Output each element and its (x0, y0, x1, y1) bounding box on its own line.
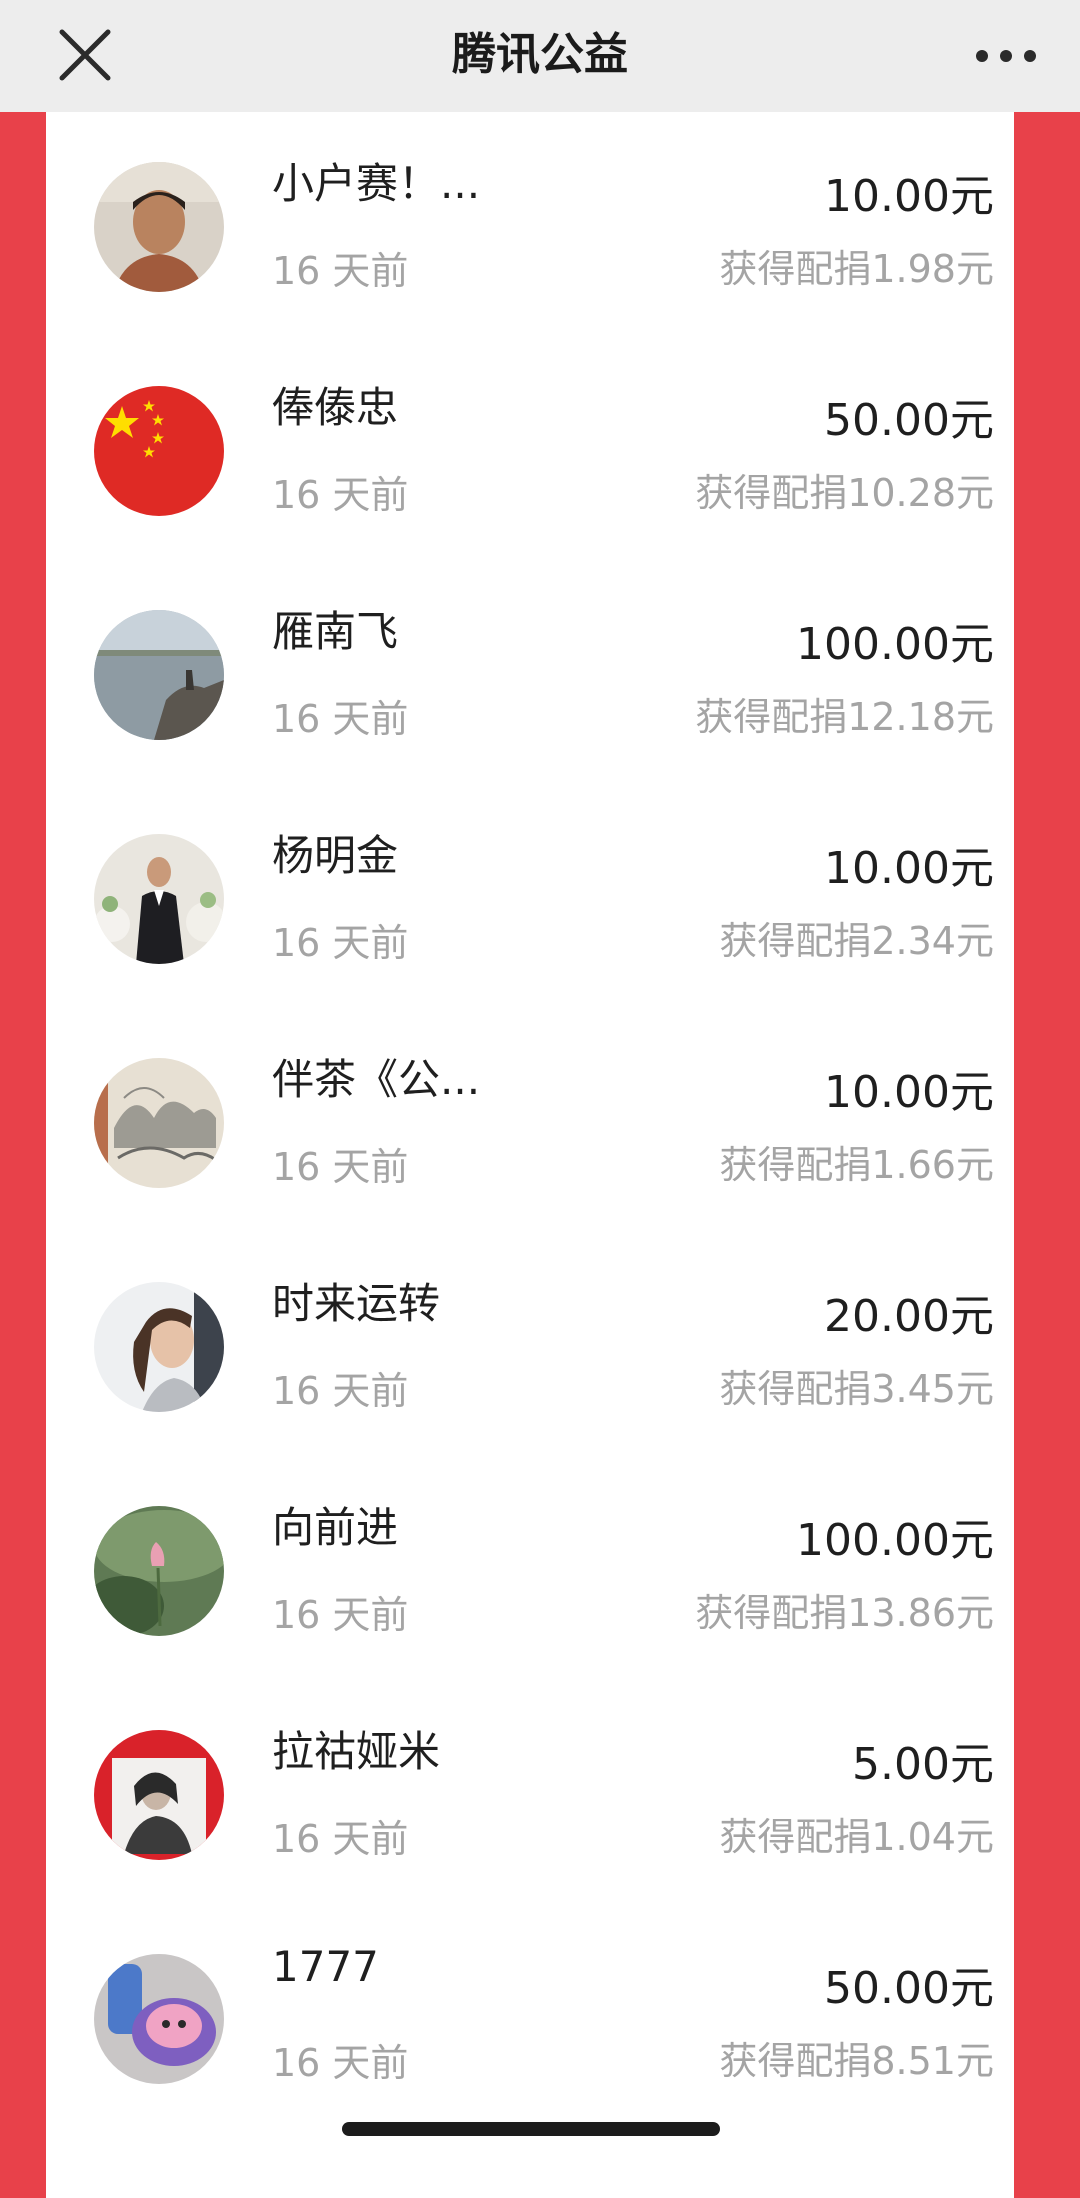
matched-amount: 获得配捐1.04元 (719, 1815, 994, 1859)
river-landscape-avatar (94, 610, 224, 740)
donor-name: 雁南飞 (272, 607, 399, 656)
donation-time: 16 天前 (272, 1369, 409, 1413)
matched-amount: 获得配捐13.86元 (695, 1591, 994, 1635)
donation-row[interactable]: 雁南飞 16 天前 100.00元 获得配捐12.18元 (46, 560, 1014, 784)
matched-amount: 获得配捐3.45元 (719, 1367, 994, 1411)
matched-amount: 获得配捐2.34元 (719, 919, 994, 963)
donor-name: 时来运转 (272, 1279, 441, 1328)
donation-amount: 10.00元 (824, 1067, 994, 1118)
donation-amount: 100.00元 (796, 619, 994, 670)
donation-time: 16 天前 (272, 2041, 409, 2085)
top-bar: 腾讯公益 (0, 0, 1080, 112)
donor-name: 拉祜娅米 (272, 1727, 441, 1776)
donor-name: 俸傣忠 (272, 383, 399, 432)
donation-row[interactable]: 伴茶《公... 16 天前 10.00元 获得配捐1.66元 (46, 1008, 1014, 1232)
matched-amount: 获得配捐1.66元 (719, 1143, 994, 1187)
donation-amount: 10.00元 (824, 843, 994, 894)
donation-amount: 5.00元 (852, 1739, 994, 1790)
woman-avatar (94, 1282, 224, 1412)
donation-row[interactable]: 俸傣忠 16 天前 50.00元 获得配捐10.28元 (46, 336, 1014, 560)
toy-avatar (94, 1954, 224, 2084)
matched-amount: 获得配捐10.28元 (695, 471, 994, 515)
man-portrait-avatar (94, 162, 224, 292)
donation-time: 16 天前 (272, 249, 409, 293)
donation-time: 16 天前 (272, 473, 409, 517)
donation-time: 16 天前 (272, 1817, 409, 1861)
more-button[interactable] (966, 26, 1046, 86)
matched-amount: 获得配捐12.18元 (695, 695, 994, 739)
donation-amount: 50.00元 (824, 395, 994, 446)
page-title: 腾讯公益 (452, 29, 628, 80)
matched-amount: 获得配捐8.51元 (719, 2039, 994, 2083)
donor-name: 伴茶《公... (272, 1055, 481, 1104)
donation-time: 16 天前 (272, 921, 409, 965)
suit-man-avatar (94, 834, 224, 964)
lotus-avatar (94, 1506, 224, 1636)
donation-time: 16 天前 (272, 1593, 409, 1637)
donor-name: 向前进 (272, 1503, 399, 1552)
donor-name: 杨明金 (272, 831, 399, 880)
donation-amount: 50.00元 (824, 1963, 994, 2014)
donation-time: 16 天前 (272, 1145, 409, 1189)
painting-avatar (94, 1058, 224, 1188)
donation-time: 16 天前 (272, 697, 409, 741)
home-indicator[interactable] (342, 2122, 720, 2136)
donation-row[interactable]: 杨明金 16 天前 10.00元 获得配捐2.34元 (46, 784, 1014, 1008)
donation-row[interactable]: 时来运转 16 天前 20.00元 获得配捐3.45元 (46, 1232, 1014, 1456)
donation-row[interactable]: 向前进 16 天前 100.00元 获得配捐13.86元 (46, 1456, 1014, 1680)
donation-amount: 20.00元 (824, 1291, 994, 1342)
donation-row[interactable]: 1777 16 天前 50.00元 获得配捐8.51元 (46, 1904, 1014, 2128)
donation-list: 小户赛！... 16 天前 10.00元 获得配捐1.98元 俸傣忠 16 天前… (46, 112, 1014, 2198)
donor-name: 1777 (272, 1942, 379, 1991)
donation-amount: 100.00元 (796, 1515, 994, 1566)
magazine-avatar (94, 1730, 224, 1860)
donation-row[interactable]: 拉祜娅米 16 天前 5.00元 获得配捐1.04元 (46, 1680, 1014, 1904)
donation-row[interactable]: 小户赛！... 16 天前 10.00元 获得配捐1.98元 (46, 112, 1014, 336)
flag-avatar (94, 386, 224, 516)
donor-name: 小户赛！... (272, 159, 481, 208)
more-icon (976, 50, 1036, 62)
matched-amount: 获得配捐1.98元 (719, 247, 994, 291)
donation-amount: 10.00元 (824, 171, 994, 222)
